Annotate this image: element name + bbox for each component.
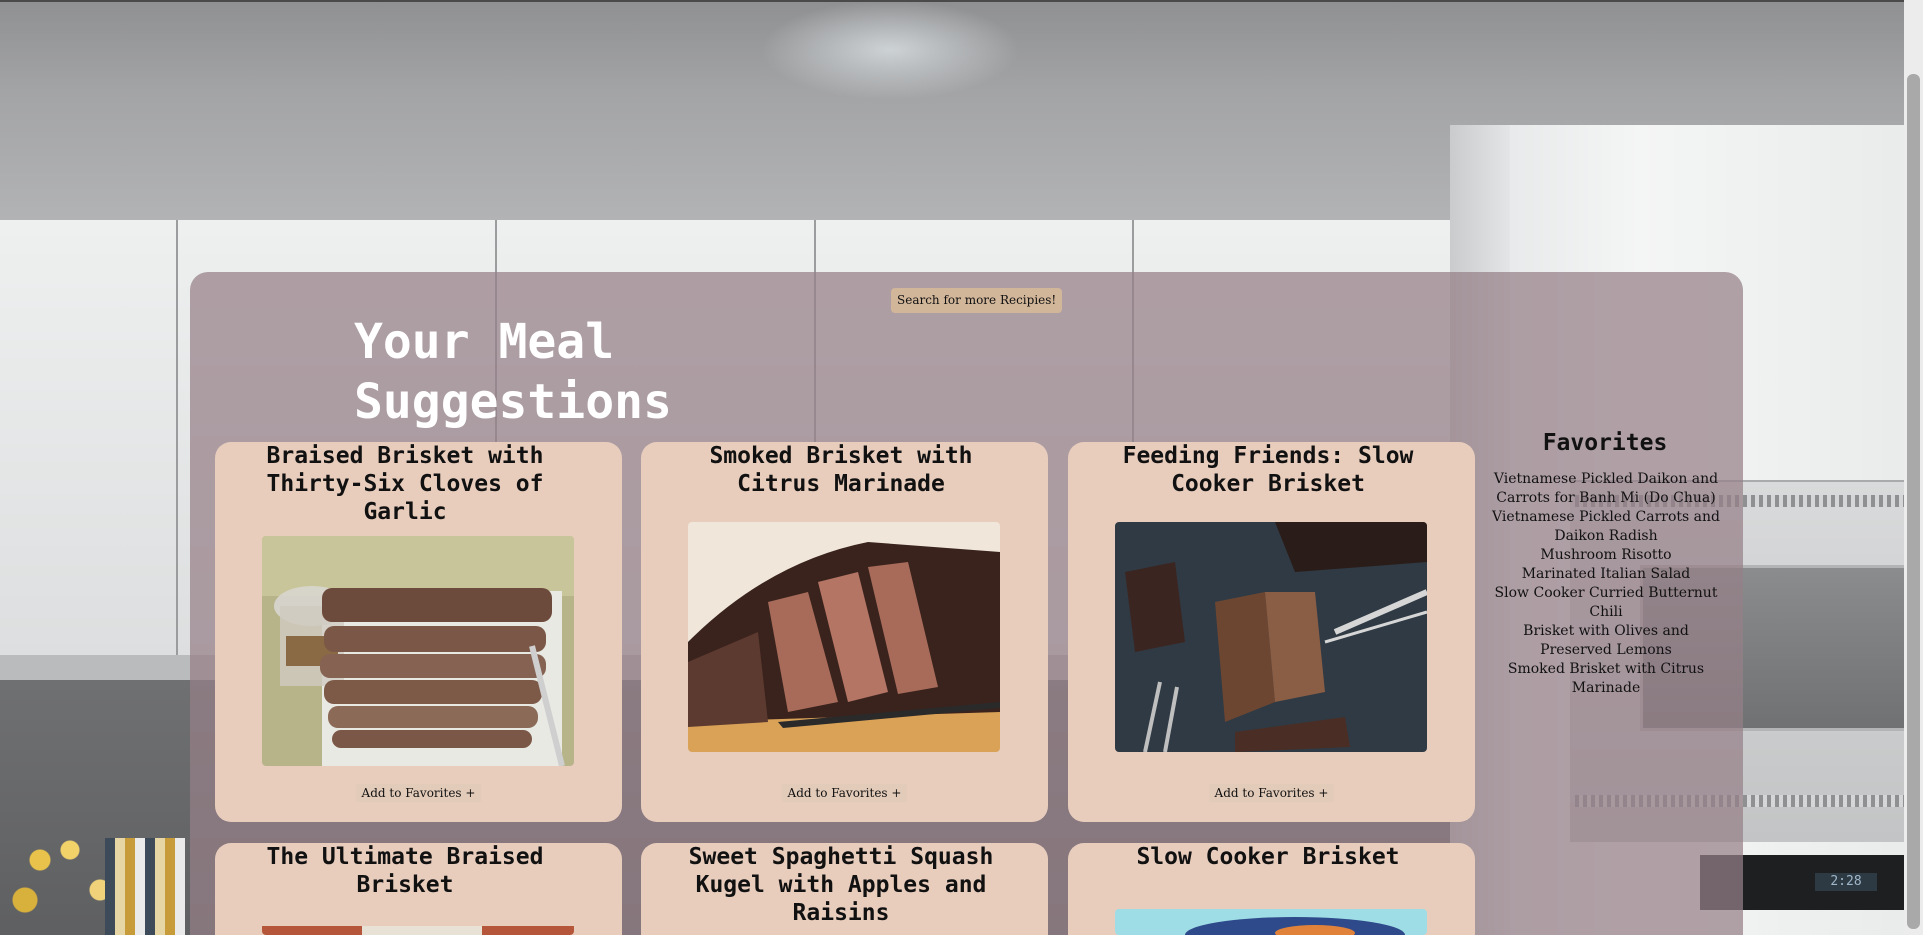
add-to-favorites-button[interactable]: Add to Favorites +	[781, 784, 908, 802]
favorite-item[interactable]: Marinated Italian Salad	[1486, 565, 1726, 584]
favorite-item[interactable]: Brisket with Olives and Preserved Lemons	[1486, 622, 1726, 660]
page-scrollbar[interactable]	[1904, 0, 1923, 935]
braised-brisket-photo	[262, 536, 574, 766]
favorite-item[interactable]: Smoked Brisket with Citrus Marinade	[1486, 660, 1726, 698]
favorites-title: Favorites	[1542, 430, 1668, 456]
favorite-item[interactable]: Slow Cooker Curried Butternut Chili	[1486, 584, 1726, 622]
recipe-title: Slow Cooker Brisket	[1136, 844, 1400, 870]
smoked-brisket-photo	[688, 522, 1000, 752]
recipe-title: Feeding Friends: Slow Cooker Brisket	[1122, 443, 1414, 497]
add-to-favorites: Add to Favorites +	[215, 782, 622, 802]
add-to-favorites: Add to Favorites +	[641, 782, 1048, 802]
oven-readout: 2:28	[1815, 873, 1877, 891]
add-to-favorites: Add to Favorites +	[1068, 782, 1475, 802]
recipe-card: The Ultimate Braised Brisket	[215, 843, 622, 935]
slow-cooker-brisket-2-photo	[1115, 909, 1427, 935]
cookbooks	[105, 838, 185, 935]
scrollbar-thumb[interactable]	[1907, 74, 1920, 929]
recipe-card: Sweet Spaghetti Squash Kugel with Apples…	[641, 843, 1048, 935]
add-to-favorites-button[interactable]: Add to Favorites +	[355, 784, 482, 802]
favorites-list: Vietnamese Pickled Daikon and Carrots fo…	[1486, 470, 1726, 698]
recipe-title: Sweet Spaghetti Squash Kugel with Apples…	[688, 844, 994, 926]
recipe-title: Smoked Brisket with Citrus Marinade	[709, 443, 973, 497]
cabinet-seam	[176, 220, 178, 660]
ceiling-light	[760, 0, 1020, 100]
ultimate-braised-brisket-photo	[262, 923, 574, 935]
recipe-card: Braised Brisket with Thirty-Six Cloves o…	[215, 442, 622, 822]
slow-cooker-brisket-photo	[1115, 522, 1427, 752]
window-top-border	[0, 0, 1923, 2]
recipe-title: Braised Brisket with Thirty-Six Cloves o…	[266, 443, 544, 525]
recipe-card: Slow Cooker Brisket	[1068, 843, 1475, 935]
favorite-item[interactable]: Vietnamese Pickled Daikon and Carrots fo…	[1486, 470, 1726, 508]
recipe-card: Feeding Friends: Slow Cooker Brisket Add…	[1068, 442, 1475, 822]
recipe-card: Smoked Brisket with Citrus Marinade Add …	[641, 442, 1048, 822]
search-recipes-button[interactable]: Search for more Recipies!	[891, 288, 1063, 313]
favorite-item[interactable]: Vietnamese Pickled Carrots and Daikon Ra…	[1486, 508, 1726, 546]
add-to-favorites-button[interactable]: Add to Favorites +	[1208, 784, 1335, 802]
favorite-item[interactable]: Mushroom Risotto	[1486, 546, 1726, 565]
recipe-title: The Ultimate Braised Brisket	[266, 844, 544, 898]
page-title: Your Meal Suggestions	[354, 314, 672, 430]
